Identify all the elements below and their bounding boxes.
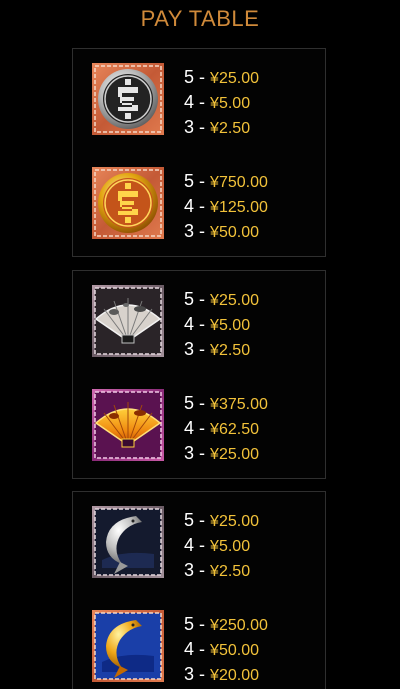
pay-row: 5 - ¥25.00: [184, 67, 259, 87]
pay-row: 5 - ¥375.00: [184, 393, 268, 413]
pay-row: 4 - ¥5.00: [184, 535, 251, 555]
pay-list: 5 - ¥750.00 4 - ¥125.00 3 - ¥50.00: [184, 169, 324, 244]
pay-table-title: PAY TABLE: [140, 6, 260, 31]
pay-list: 5 - ¥25.00 4 - ¥5.00 3 - ¥2.50: [184, 65, 324, 140]
pay-row: 5 - ¥25.00: [184, 510, 259, 530]
pay-list: 5 - ¥25.00 4 - ¥5.00 3 - ¥2.50: [184, 508, 324, 583]
pay-row: 5 - ¥250.00: [184, 614, 268, 634]
pay-row: 3 - ¥50.00: [184, 221, 259, 241]
silver-medallion-icon: [92, 63, 164, 135]
pay-row: 3 - ¥2.50: [184, 117, 251, 137]
paytable-group-fan: 5 - ¥25.00 4 - ¥5.00 3 - ¥2.50 5 - ¥375.…: [72, 270, 326, 479]
paytable-group-medallion: 5 - ¥25.00 4 - ¥5.00 3 - ¥2.50 5 - ¥750.…: [72, 48, 326, 257]
pay-row: 4 - ¥5.00: [184, 314, 251, 334]
pay-list: 5 - ¥25.00 4 - ¥5.00 3 - ¥2.50: [184, 287, 324, 362]
pay-row: 3 - ¥2.50: [184, 560, 251, 580]
pay-row: 3 - ¥2.50: [184, 339, 251, 359]
gold-koi-icon: [92, 610, 164, 682]
pay-row: 5 - ¥750.00: [184, 171, 268, 191]
silver-koi-icon: [92, 506, 164, 578]
pay-row: 5 - ¥25.00: [184, 289, 259, 309]
pay-row: 3 - ¥20.00: [184, 664, 259, 684]
gold-fan-icon: [92, 389, 164, 461]
pay-row: 4 - ¥62.50: [184, 418, 259, 438]
pay-row: 4 - ¥50.00: [184, 639, 259, 659]
pay-row: 4 - ¥5.00: [184, 92, 251, 112]
pay-row: 3 - ¥25.00: [184, 443, 259, 463]
silver-fan-icon: [92, 285, 164, 357]
paytable-group-koi: 5 - ¥25.00 4 - ¥5.00 3 - ¥2.50 5 - ¥250.…: [72, 491, 326, 689]
pay-row: 4 - ¥125.00: [184, 196, 268, 216]
gold-medallion-icon: [92, 167, 164, 239]
pay-list: 5 - ¥375.00 4 - ¥62.50 3 - ¥25.00: [184, 391, 324, 466]
pay-list: 5 - ¥250.00 4 - ¥50.00 3 - ¥20.00: [184, 612, 324, 687]
